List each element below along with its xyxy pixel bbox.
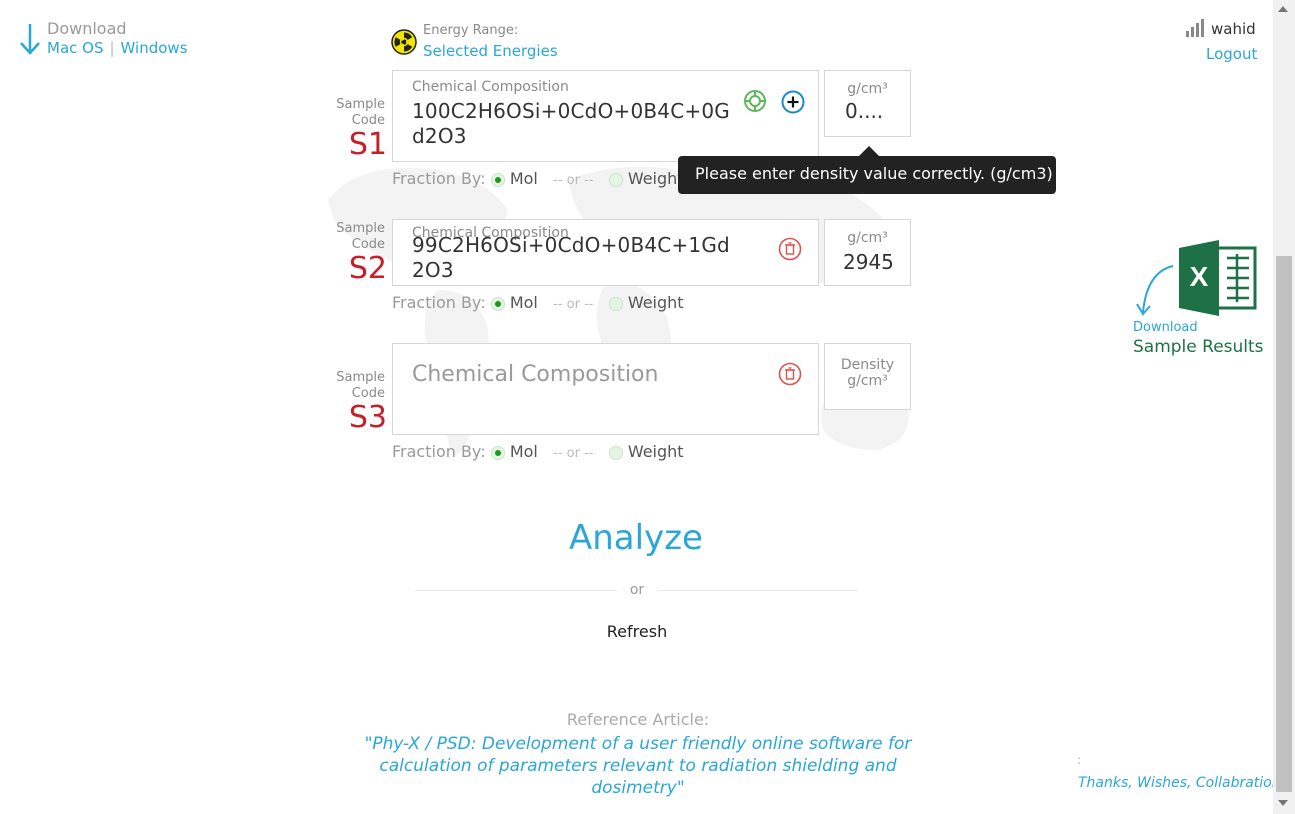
mol-label: Mol	[509, 293, 538, 312]
composition-placeholder: Chemical Composition	[412, 362, 659, 387]
density-input-s3[interactable]: Density g/cm³	[824, 343, 911, 410]
density-input-s1[interactable]: g/cm³ 0....	[824, 70, 911, 137]
download-title: Download	[47, 19, 127, 38]
sample-code-s1: S1	[348, 127, 387, 162]
radiation-icon[interactable]	[391, 29, 417, 55]
composition-value: 100C2H6OSi+0CdO+0B4C+0Gd2O3	[412, 99, 730, 148]
reference-line1: "Phy-X / PSD: Development of a user frie…	[364, 734, 912, 754]
composition-value: 99C2H6OSi+0CdO+0B4C+1Gd2O3	[412, 233, 730, 282]
sample-code-label: Sample Code	[325, 97, 385, 129]
weight-label: Weight	[627, 293, 684, 312]
reference-article-link[interactable]: "Phy-X / PSD: Development of a user frie…	[340, 733, 936, 799]
sample-code-label-line1: Sample	[336, 370, 385, 385]
or-label: -- or --	[553, 297, 594, 312]
excel-download-label: Download	[1133, 320, 1198, 335]
fraction-label: Fraction By:	[392, 169, 486, 188]
validation-tooltip: Please enter density value correctly. (g…	[678, 156, 1056, 194]
density-value: 2945	[843, 250, 894, 274]
or-divider-text: or	[629, 582, 645, 598]
energy-range-label: Energy Range:	[423, 23, 519, 38]
download-arrow-icon	[20, 24, 40, 55]
delete-icon[interactable]	[778, 237, 802, 261]
density-placeholder-unit: g/cm³	[847, 373, 888, 389]
divider-right	[658, 590, 858, 591]
or-label: -- or --	[553, 446, 594, 461]
weight-radio[interactable]	[608, 445, 623, 460]
sample-code-s3: S3	[348, 400, 387, 435]
mol-label: Mol	[509, 169, 538, 188]
thanks-link[interactable]: Thanks, Wishes, Collabration	[1078, 775, 1281, 791]
energy-range-value[interactable]: Selected Energies	[423, 42, 558, 60]
weight-radio[interactable]	[608, 172, 623, 187]
composition-input-s2[interactable]: Chemical Composition 99C2H6OSi+0CdO+0B4C…	[392, 219, 819, 286]
composition-input-s3[interactable]: Chemical Composition	[392, 343, 819, 435]
excel-icon[interactable]: X	[1179, 240, 1257, 316]
user-name: wahid	[1211, 20, 1256, 38]
download-windows-link[interactable]: Windows	[121, 39, 188, 57]
reference-line2: calculation of parameters relevant to ra…	[379, 756, 897, 798]
download-separator: |	[109, 39, 115, 57]
footer-colon: :	[1077, 753, 1082, 767]
density-value: 0....	[845, 99, 884, 123]
sample-code-label: Sample Code	[325, 221, 385, 253]
sample-code-label: Sample Code	[325, 370, 385, 402]
fraction-row-s3: Fraction By: Mol -- or -- Weight	[392, 442, 684, 461]
sample-code-label-line1: Sample	[336, 221, 385, 236]
analyze-button[interactable]: Analyze	[560, 518, 712, 558]
download-links: Mac OS | Windows	[47, 39, 188, 57]
sample-code-s2: S2	[348, 251, 387, 286]
fraction-label: Fraction By:	[392, 442, 486, 461]
divider-left	[415, 590, 617, 591]
weight-label: Weight	[627, 442, 684, 461]
mol-label: Mol	[509, 442, 538, 461]
fraction-row-s1: Fraction By: Mol -- or -- Weight	[392, 169, 684, 188]
density-placeholder: Density	[840, 357, 895, 373]
density-unit: g/cm³	[847, 81, 888, 97]
mol-radio[interactable]	[490, 172, 505, 187]
download-macos-link[interactable]: Mac OS	[47, 39, 103, 57]
scrollbar-thumb[interactable]	[1276, 256, 1292, 792]
lifebuoy-icon[interactable]	[743, 89, 767, 113]
curved-arrow-icon	[1136, 265, 1174, 316]
scroll-down-arrow-icon[interactable]	[1278, 800, 1288, 806]
or-label: -- or --	[553, 173, 594, 188]
fraction-row-s2: Fraction By: Mol -- or -- Weight	[392, 293, 684, 312]
sample-code-label-line1: Sample	[336, 97, 385, 112]
density-unit: g/cm³	[847, 230, 888, 246]
svg-text:X: X	[1190, 261, 1209, 292]
composition-label: Chemical Composition	[412, 79, 569, 95]
download-sample-results-link[interactable]: Sample Results	[1133, 337, 1264, 357]
world-map-background	[328, 166, 909, 455]
weight-label: Weight	[627, 169, 684, 188]
delete-icon[interactable]	[778, 362, 802, 386]
reference-label: Reference Article:	[566, 710, 710, 729]
mol-radio[interactable]	[490, 296, 505, 311]
add-circle-icon[interactable]	[781, 90, 805, 114]
mol-radio[interactable]	[490, 445, 505, 460]
composition-input-s1[interactable]: Chemical Composition 100C2H6OSi+0CdO+0B4…	[392, 70, 819, 162]
scroll-up-arrow-icon[interactable]	[1278, 6, 1288, 12]
density-input-s2[interactable]: g/cm³ 2945	[824, 219, 911, 286]
refresh-button[interactable]: Refresh	[590, 622, 684, 641]
weight-radio[interactable]	[608, 296, 623, 311]
signal-bars-icon	[1186, 19, 1204, 37]
logout-link[interactable]: Logout	[1206, 45, 1257, 63]
fraction-label: Fraction By:	[392, 293, 486, 312]
